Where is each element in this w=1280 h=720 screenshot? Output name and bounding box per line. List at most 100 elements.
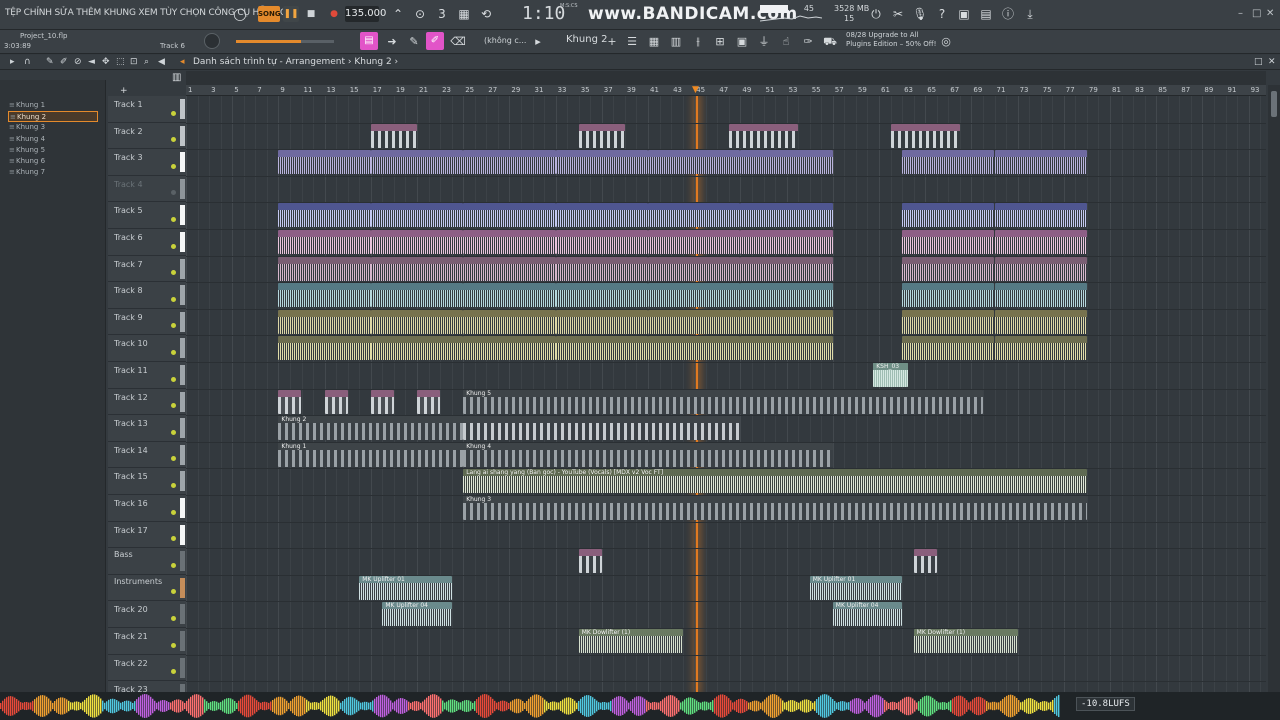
slice-tool-icon[interactable]: ✥ <box>102 57 110 67</box>
plug-icon[interactable]: ⏚ <box>756 34 772 50</box>
clip[interactable] <box>728 123 799 148</box>
pattern-item[interactable]: Khung 7 <box>8 167 98 178</box>
clip[interactable] <box>324 389 348 414</box>
speaker-icon[interactable]: ◀ <box>158 57 165 67</box>
touch-icon[interactable]: ☝ <box>778 34 794 50</box>
mute-toggle[interactable] <box>171 137 176 143</box>
track-header[interactable]: Track 4 <box>108 176 186 203</box>
clip[interactable]: MK Dowlifter (1) <box>578 629 683 653</box>
clip[interactable] <box>890 123 960 148</box>
track-header[interactable]: Track 3 <box>108 149 186 176</box>
pattern-song-switch-icon[interactable]: ◯ <box>232 6 248 22</box>
clip[interactable]: MK Uplifter 04 <box>382 602 452 627</box>
clip[interactable] <box>913 549 937 574</box>
track-header[interactable]: Track 9 <box>108 309 186 336</box>
clip[interactable] <box>648 150 741 175</box>
arrow-right-icon[interactable]: ➜ <box>384 34 400 50</box>
mixer-icon[interactable]: ☰ <box>624 34 640 50</box>
track-header[interactable]: Bass <box>108 548 186 575</box>
clip[interactable] <box>278 150 371 175</box>
track-color-bar[interactable] <box>180 338 185 359</box>
pencil-icon[interactable]: ✎ <box>46 57 54 67</box>
search-icon[interactable]: ⌕ <box>144 57 149 67</box>
track-header[interactable]: Track 12 <box>108 389 186 416</box>
playlist-maximize-icon[interactable]: □ <box>1254 57 1263 67</box>
track-header[interactable]: Track 6 <box>108 229 186 256</box>
mute-toggle[interactable] <box>171 376 176 382</box>
close-icon[interactable]: ✕ <box>1266 8 1274 19</box>
clip[interactable] <box>463 203 556 228</box>
clip[interactable] <box>740 309 833 334</box>
playlist-close-icon[interactable]: ✕ <box>1268 57 1276 67</box>
clip[interactable] <box>555 256 648 281</box>
clip[interactable]: MK Uplifter 01 <box>359 575 452 600</box>
clip[interactable] <box>463 283 556 308</box>
mute-toggle[interactable] <box>171 669 176 675</box>
master-pitch-knob[interactable] <box>204 33 220 49</box>
clip[interactable] <box>278 336 371 361</box>
clip[interactable] <box>463 150 556 175</box>
play-button[interactable]: ❚❚ <box>283 6 299 22</box>
track-header[interactable]: Track 16 <box>108 495 186 522</box>
clip[interactable] <box>370 150 464 175</box>
clip[interactable] <box>463 336 556 361</box>
clip[interactable] <box>740 283 833 308</box>
clip[interactable] <box>278 283 371 308</box>
track-header[interactable]: Track 5 <box>108 202 186 230</box>
add-track-icon[interactable]: + <box>120 86 128 96</box>
save-icon[interactable]: ▣ <box>956 6 972 22</box>
track-header[interactable]: Track 14 <box>108 442 186 469</box>
pattern-item[interactable]: Khung 3 <box>8 122 98 133</box>
mute-toggle[interactable] <box>171 190 176 196</box>
track-color-bar[interactable] <box>180 178 185 199</box>
breadcrumb[interactable]: Danh sách trình tự - Arrangement › Khung… <box>193 57 398 67</box>
minimize-icon[interactable]: – <box>1238 8 1243 19</box>
mute-toggle[interactable] <box>171 562 176 568</box>
clip[interactable] <box>555 336 648 361</box>
clip[interactable] <box>902 309 995 334</box>
slip-tool-icon[interactable]: ◄ <box>88 57 95 67</box>
clip[interactable] <box>740 336 833 361</box>
snap-selector[interactable]: (không c... <box>484 36 526 45</box>
maximize-icon[interactable]: □ <box>1252 8 1261 19</box>
clip[interactable] <box>740 203 833 228</box>
clip[interactable] <box>278 203 371 228</box>
song-mode-button[interactable]: SONG <box>258 6 281 22</box>
magnet-icon[interactable]: ∩ <box>24 57 31 67</box>
clip[interactable] <box>648 336 741 361</box>
mute-toggle[interactable] <box>171 243 176 249</box>
clip[interactable] <box>463 230 556 254</box>
mute-toggle[interactable] <box>171 270 176 276</box>
wait-input-icon[interactable]: ⊙ <box>412 6 428 22</box>
playlist-mode-button[interactable]: ▤ <box>360 32 378 50</box>
master-volume-slider[interactable] <box>236 40 334 43</box>
pattern-item[interactable]: Khung 1 <box>8 100 98 111</box>
help-icon[interactable]: ? <box>934 6 950 22</box>
pattern-selector[interactable]: Khung 2 <box>566 34 607 45</box>
track-color-bar[interactable] <box>180 418 185 439</box>
playhead-marker-icon[interactable]: ▼ <box>692 85 699 95</box>
clip[interactable] <box>370 123 417 148</box>
track-color-bar[interactable] <box>180 657 185 678</box>
track-color-bar[interactable] <box>180 444 185 465</box>
clip[interactable] <box>370 203 464 228</box>
track-color-bar[interactable] <box>180 551 185 572</box>
clip[interactable] <box>370 283 464 308</box>
mute-tool-icon[interactable]: ⊘ <box>74 57 82 67</box>
mute-toggle[interactable] <box>171 509 176 515</box>
timeline-ruler[interactable]: 1 3 5 7 9 11 13 15 17 19 21 23 25 27 29 31 33 35 37 39 41 43 4… <box>186 85 1266 96</box>
track-color-bar[interactable] <box>180 524 185 545</box>
mute-toggle[interactable] <box>171 350 176 356</box>
mute-toggle[interactable] <box>171 536 176 542</box>
track-color-bar[interactable] <box>180 152 185 173</box>
clip[interactable] <box>578 123 625 148</box>
paint-tool-button[interactable]: ✐ <box>426 32 444 50</box>
plugin-picker-icon[interactable]: ⊞ <box>712 34 728 50</box>
clip[interactable] <box>648 256 741 281</box>
draw-tool-icon[interactable]: ✎ <box>406 34 422 50</box>
clip[interactable]: MK Uplifter 04 <box>832 602 903 627</box>
clip[interactable] <box>463 309 556 334</box>
clip[interactable] <box>648 309 741 334</box>
clip[interactable] <box>740 150 833 175</box>
pattern-item[interactable]: Khung 5 <box>8 145 98 156</box>
